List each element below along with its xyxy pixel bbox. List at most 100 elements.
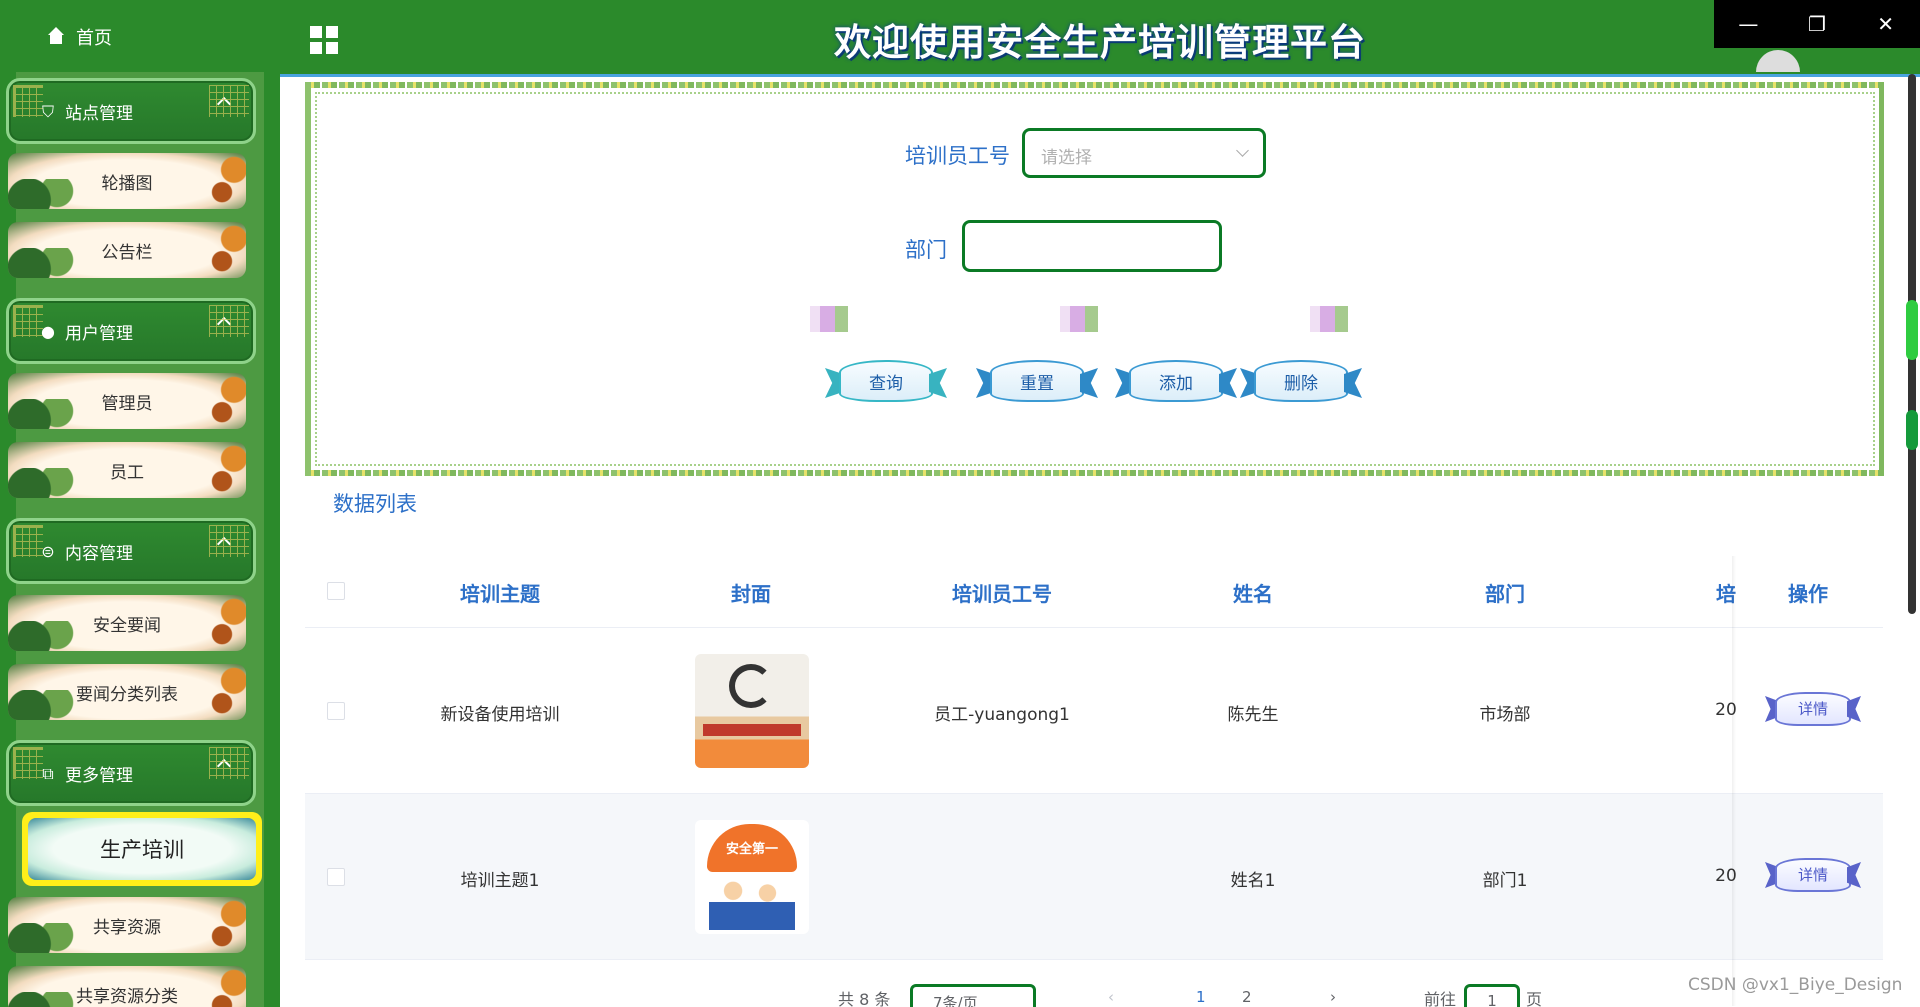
menu-group-more[interactable]: ⧉ 更多管理 (6, 740, 256, 806)
fixed-column-shadow (1732, 556, 1736, 1006)
sidebar-item-label: 公告栏 (101, 242, 153, 263)
cell-dept: 市场部 (1479, 705, 1531, 725)
top-bar: 欢迎使用安全生产培训管理平台 — ❐ ✕ (280, 0, 1920, 74)
sidebar: 首页 ⛉ 站点管理 轮播图 公告栏 ● 用户管理 管理员 员工 ⊜ 内容管理 安… (0, 0, 280, 1007)
next-page-button[interactable]: › (1330, 988, 1336, 1006)
chevron-up-icon (216, 316, 232, 332)
table-header: 培训主题 封面 培训员工号 姓名 部门 培 操作 (305, 556, 1883, 628)
cart-icon: ⛉ (41, 102, 54, 121)
goto-label: 前往 (1424, 990, 1457, 1007)
page-2[interactable]: 2 (1242, 988, 1252, 1006)
prev-page-button[interactable]: ‹ (1108, 988, 1114, 1006)
restore-button[interactable]: ❐ (1783, 0, 1852, 48)
cell-trainer-id: 员工-yuangong1 (934, 705, 1070, 725)
scrollbar-thumb-secondary[interactable] (1906, 410, 1918, 450)
column-header-topic[interactable]: 培训主题 (460, 578, 540, 607)
dept-input[interactable] (962, 220, 1222, 272)
cell-name: 姓名1 (1230, 871, 1276, 891)
sidebar-item-safety-news[interactable]: 安全要闻 (8, 595, 246, 651)
detail-label: 详情 (1797, 700, 1828, 718)
menu-group-label: 用户管理 (65, 323, 133, 344)
sidebar-item-employee[interactable]: 员工 (8, 442, 246, 498)
page-title: 欢迎使用安全生产培训管理平台 (834, 21, 1366, 64)
column-header-cover[interactable]: 封面 (731, 578, 771, 607)
delete-label: 删除 (1284, 373, 1318, 394)
sidebar-item-label: 管理员 (101, 393, 153, 414)
add-button[interactable]: 添加 (1115, 356, 1237, 406)
window-controls: — ❐ ✕ (1714, 0, 1920, 48)
cell-name: 陈先生 (1227, 705, 1279, 725)
cell-dept: 部门1 (1482, 871, 1528, 891)
chevron-up-icon (216, 536, 232, 552)
minimize-button[interactable]: — (1714, 0, 1783, 48)
reset-button[interactable]: 重置 (976, 356, 1098, 406)
table-row[interactable]: 新设备使用培训 员工-yuangong1 陈先生 市场部 20 详情 (305, 628, 1883, 794)
sidebar-item-notice[interactable]: 公告栏 (8, 222, 246, 278)
pagination-total: 共 8 条 (838, 990, 891, 1007)
sidebar-item-admin[interactable]: 管理员 (8, 373, 246, 429)
flower-decoration (740, 306, 1450, 332)
chat-icon: ⊜ (41, 542, 55, 561)
scrollbar-thumb[interactable] (1906, 300, 1918, 360)
column-header-name[interactable]: 姓名 (1233, 578, 1273, 607)
menu-group-label: 站点管理 (65, 103, 133, 124)
cell-topic: 培训主题1 (460, 871, 540, 891)
page-size-value: 7条/页 (933, 994, 978, 1007)
cover-image: 安全第一 (695, 820, 809, 934)
select-all-checkbox[interactable] (327, 582, 345, 600)
chevron-up-icon (216, 758, 232, 774)
sidebar-item-label: 生产培训 (100, 838, 184, 862)
goto-page-input[interactable]: 1 (1464, 984, 1520, 1007)
query-label: 查询 (869, 373, 903, 394)
menu-group-content[interactable]: ⊜ 内容管理 (6, 518, 256, 584)
close-button[interactable]: ✕ (1851, 0, 1920, 48)
sidebar-item-resource-category[interactable]: 共享资源分类 (8, 966, 246, 1007)
dept-label: 部门 (905, 238, 947, 262)
home-label: 首页 (76, 28, 112, 49)
divider (280, 74, 1920, 77)
sidebar-item-label: 共享资源分类 (76, 986, 178, 1007)
table-row[interactable]: 培训主题1 安全第一 姓名1 部门1 20 详情 (305, 794, 1883, 960)
sidebar-item-label: 员工 (110, 462, 144, 483)
column-header-dept[interactable]: 部门 (1485, 578, 1525, 607)
page-size-select[interactable]: 7条/页 (910, 984, 1036, 1007)
select-placeholder: 请选择 (1041, 148, 1092, 168)
detail-button[interactable]: 详情 (1765, 854, 1861, 896)
sidebar-item-shared-resources[interactable]: 共享资源 (8, 897, 246, 953)
cell-topic: 新设备使用培训 (440, 705, 560, 725)
row-checkbox[interactable] (327, 868, 345, 886)
data-table: 培训主题 封面 培训员工号 姓名 部门 培 操作 新设备使用培训 员工-yuan… (305, 556, 1883, 960)
trainer-id-label: 培训员工号 (905, 144, 1010, 168)
page-1[interactable]: 1 (1196, 988, 1206, 1006)
cover-image (695, 654, 809, 768)
menu-group-label: 更多管理 (65, 765, 133, 786)
menu-group-site[interactable]: ⛉ 站点管理 (6, 78, 256, 144)
sidebar-item-label: 要闻分类列表 (76, 684, 178, 705)
sidebar-item-carousel[interactable]: 轮播图 (8, 153, 246, 209)
home-link[interactable]: 首页 (0, 0, 262, 74)
menu-group-users[interactable]: ● 用户管理 (6, 298, 256, 364)
menu-group-label: 内容管理 (65, 543, 133, 564)
list-title: 数据列表 (333, 492, 417, 516)
delete-button[interactable]: 删除 (1240, 356, 1362, 406)
trainer-id-select[interactable]: 请选择 (1022, 128, 1266, 178)
query-button[interactable]: 查询 (825, 356, 947, 406)
page-suffix: 页 (1526, 990, 1543, 1007)
home-icon (46, 27, 66, 47)
column-header-action: 操作 (1788, 582, 1828, 606)
sidebar-item-label: 安全要闻 (93, 615, 161, 636)
sidebar-item-label: 轮播图 (101, 173, 153, 194)
row-checkbox[interactable] (327, 702, 345, 720)
sidebar-item-label: 共享资源 (93, 917, 161, 938)
add-label: 添加 (1159, 373, 1193, 394)
column-header-trainer-id[interactable]: 培训员工号 (952, 578, 1052, 607)
copy-icon: ⧉ (42, 764, 54, 783)
reset-label: 重置 (1020, 373, 1054, 394)
sidebar-item-news-category[interactable]: 要闻分类列表 (8, 664, 246, 720)
detail-label: 详情 (1797, 866, 1828, 884)
sidebar-item-production-training[interactable]: 生产培训 (22, 812, 262, 886)
detail-button[interactable]: 详情 (1765, 688, 1861, 730)
chevron-up-icon (216, 96, 232, 112)
cover-text: 安全第一 (725, 842, 778, 857)
user-icon: ● (41, 322, 55, 341)
